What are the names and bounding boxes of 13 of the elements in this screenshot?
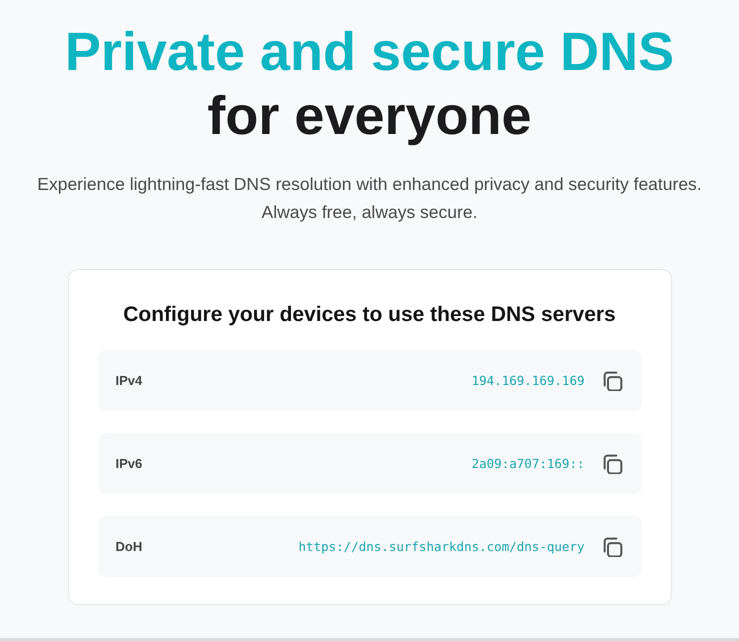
copy-icon[interactable] [602, 370, 622, 390]
copy-icon[interactable] [602, 536, 622, 556]
server-label: IPv4 [116, 373, 144, 388]
hero-subtitle: Experience lightning-fast DNS resolution with enhanced privacy and security features. Always free, always secure. [36, 173, 703, 224]
card-heading: Configure your devices to use these DNS servers [122, 302, 617, 328]
server-label: DoH [116, 539, 144, 554]
server-address: https://dns.surfsharkdns.com/dns-query [298, 539, 584, 554]
server-address: 194.169.169.169 [472, 373, 584, 388]
hero-title: Private and secure DNS [64, 21, 674, 84]
server-address: 2a09:a707:169:: [472, 456, 584, 471]
copy-icon[interactable] [602, 454, 622, 474]
hero-title: for everyone [207, 85, 532, 148]
server-label: IPv6 [116, 456, 144, 471]
